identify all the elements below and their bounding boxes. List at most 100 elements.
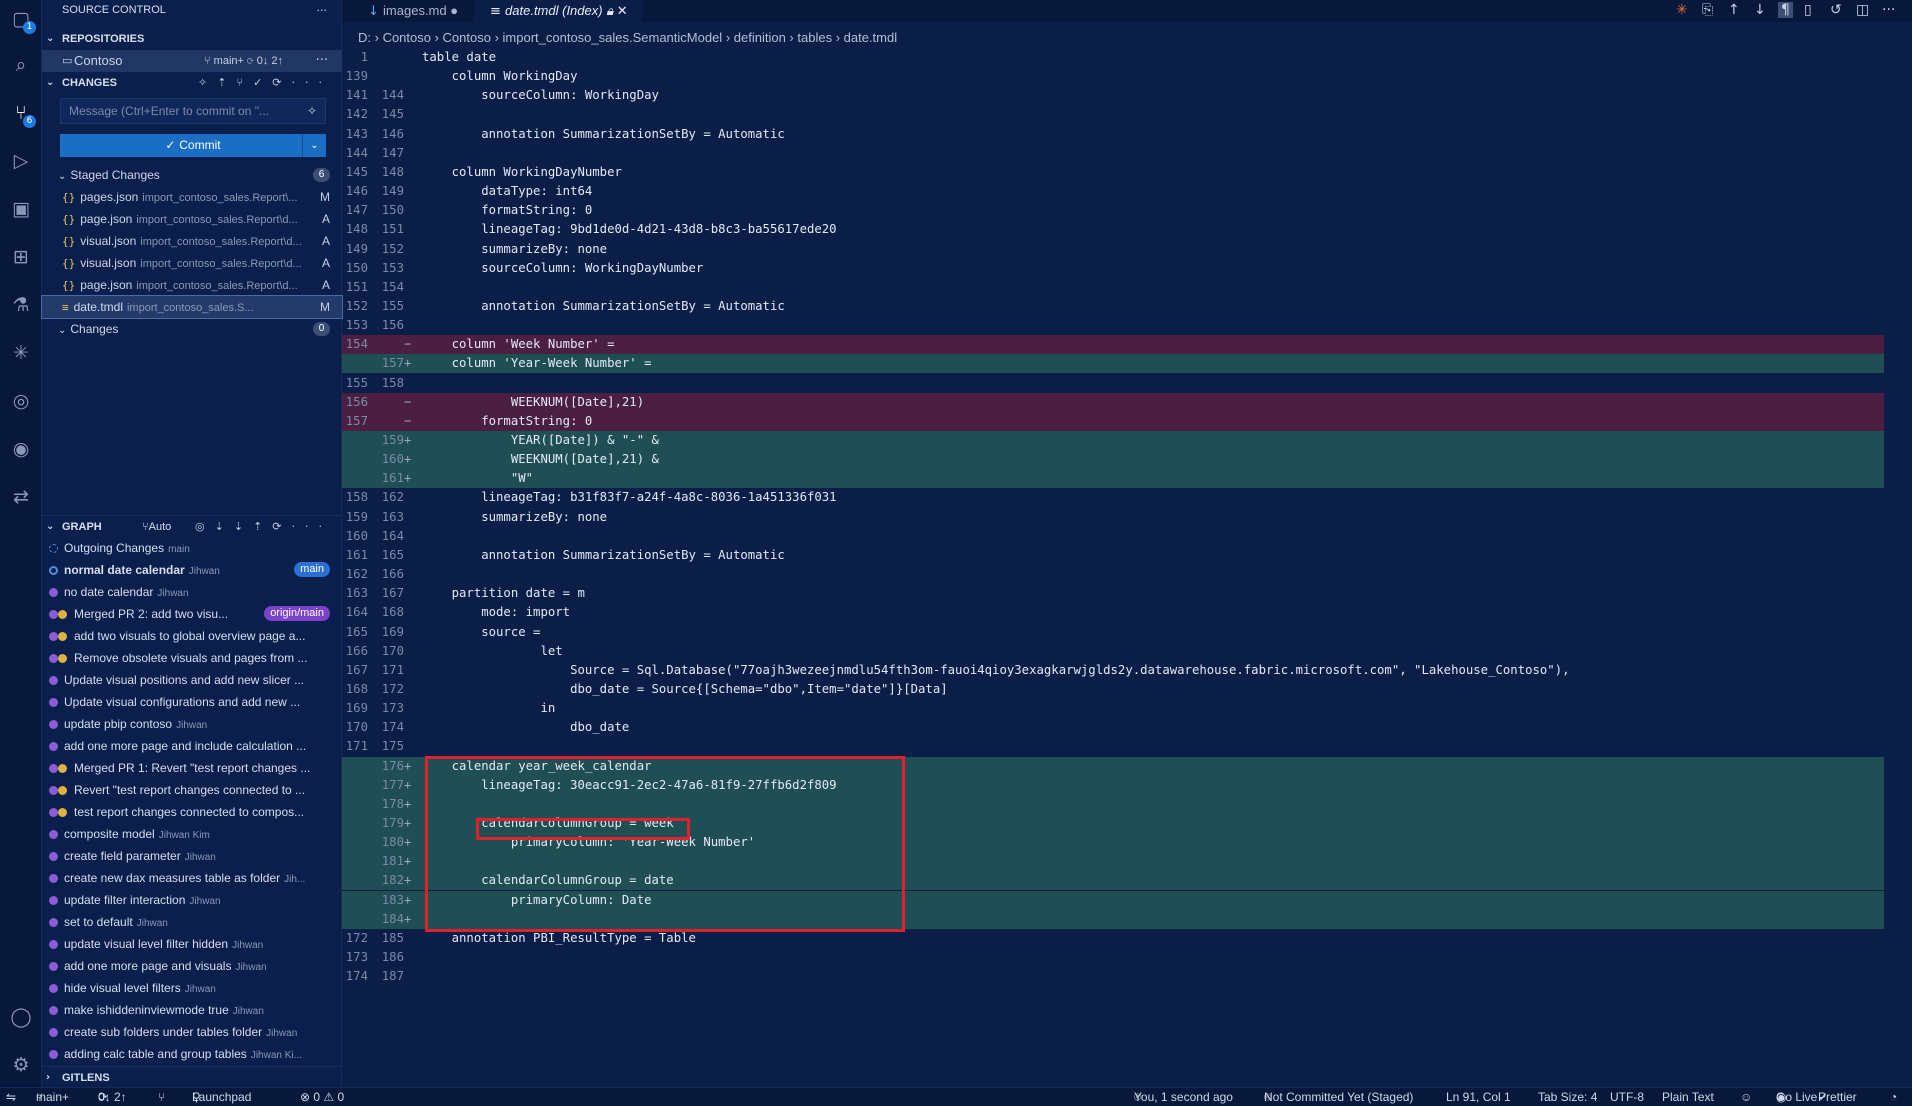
- repo-branch[interactable]: main+: [214, 55, 244, 67]
- code-text[interactable]: sourceColumn: WorkingDayNumber: [422, 259, 703, 278]
- changes-toolbar-icons[interactable]: ✧⇡⑂✓⟳···: [198, 72, 332, 94]
- graph-commit-row[interactable]: no date calendar Jihwan: [42, 581, 342, 603]
- graph-commit-row[interactable]: update visual level filter hidden Jihwan: [42, 933, 342, 955]
- graph-commit-row[interactable]: create sub folders under tables folder Ji…: [42, 1021, 342, 1043]
- staged-changes-group[interactable]: ⌄ Staged Changes 6: [42, 164, 342, 186]
- graph-commit-row[interactable]: Update visual configurations and add new…: [42, 691, 342, 713]
- graph-commit-row[interactable]: test report changes connected to compos.…: [42, 801, 342, 823]
- code-text[interactable]: lineageTag: 9bd1de0d-4d21-43d8-b8c3-ba55…: [422, 220, 836, 239]
- code-text[interactable]: annotation SummarizationSetBy = Automati…: [422, 125, 785, 144]
- search-icon[interactable]: ⌕: [6, 50, 36, 80]
- staged-file-item[interactable]: {} page.json import_contoso_sales.Report\d…: [42, 208, 342, 230]
- gitlens-icon[interactable]: ◎: [6, 386, 36, 416]
- status-language[interactable]: Plain Text: [1662, 1088, 1714, 1106]
- code-text[interactable]: YEAR([Date]) & "-" &: [422, 431, 659, 450]
- graph-commit-row[interactable]: Outgoing Changes main: [42, 537, 342, 559]
- breadcrumb-item[interactable]: Contoso: [443, 30, 491, 45]
- code-text[interactable]: partition date = m: [422, 584, 585, 603]
- graph-commit-row[interactable]: add one more page and include calculatio…: [42, 735, 342, 757]
- code-text[interactable]: column WorkingDayNumber: [422, 163, 622, 182]
- more-icon[interactable]: ···: [1882, 2, 1895, 18]
- more-actions-icon[interactable]: ···: [317, 0, 328, 21]
- graph-commit-row[interactable]: Update visual positions and add new slic…: [42, 669, 342, 691]
- graph-section[interactable]: ⌄ GRAPH ⑂Auto ◎⇣⇣⇡⟳···: [42, 515, 342, 537]
- graph-commit-row[interactable]: Revert "test report changes connected to…: [42, 779, 342, 801]
- code-text[interactable]: source =: [422, 623, 540, 642]
- graph-commit-row[interactable]: normal date calendar Jihwan main: [42, 559, 342, 581]
- testing-icon[interactable]: ⚗: [6, 290, 36, 320]
- notifications-bell-icon[interactable]: ◔: [1890, 1088, 1897, 1106]
- code-text[interactable]: let: [422, 642, 562, 661]
- code-text[interactable]: Source = Sql.Database("77oajh3wezeejnmdl…: [422, 661, 1569, 680]
- remote-explorer-icon[interactable]: ▣: [6, 194, 36, 224]
- account-icon[interactable]: ◯: [6, 1002, 36, 1032]
- repo-item[interactable]: ▭ Contoso ⑂ main+ ⟳ 0↓ 2↑ ···: [42, 50, 342, 72]
- open-file-icon[interactable]: ⎘: [1702, 2, 1713, 18]
- breadcrumb-item[interactable]: definition: [734, 30, 786, 45]
- repo-sync[interactable]: 0↓ 2↑: [257, 55, 283, 67]
- status-tab-size[interactable]: Tab Size: 4: [1538, 1088, 1597, 1106]
- status-problems[interactable]: ⊗ 0 ⚠ 0: [300, 1088, 344, 1106]
- gitlens-inspect-icon[interactable]: ◉: [6, 434, 36, 464]
- graph-commit-row[interactable]: Remove obsolete visuals and pages from .…: [42, 647, 342, 669]
- graph-commit-row[interactable]: composite model Jihwan Kim: [42, 823, 342, 845]
- staged-file-item[interactable]: {} visual.json import_contoso_sales.Report…: [42, 252, 342, 274]
- code-text[interactable]: WEEKNUM([Date],21): [422, 393, 644, 412]
- graph-commit-row[interactable]: update filter interaction Jihwan: [42, 889, 342, 911]
- staged-file-item[interactable]: {} visual.json import_contoso_sales.Report…: [42, 230, 342, 252]
- source-control-icon[interactable]: ⑂ 6: [6, 98, 36, 128]
- graph-toolbar-icons[interactable]: ◎⇣⇣⇡⟳···: [195, 516, 332, 538]
- extensions-icon[interactable]: ⊞: [6, 242, 36, 272]
- commit-message-input[interactable]: Message (Ctrl+Enter to commit on "... ✧: [60, 98, 326, 124]
- close-icon[interactable]: ✕: [617, 4, 628, 19]
- graph-commit-row[interactable]: create new dax measures table as folder J…: [42, 867, 342, 889]
- graph-commit-row[interactable]: add one more page and visuals Jihwan: [42, 955, 342, 977]
- graph-commit-row[interactable]: set to default Jihwan: [42, 911, 342, 933]
- status-graph-icon[interactable]: ⑂: [158, 1088, 165, 1106]
- pilcrow-icon[interactable]: ¶: [1778, 2, 1793, 18]
- graph-commit-row[interactable]: adding calc table and group tables Jihwan…: [42, 1043, 342, 1065]
- graph-commit-row[interactable]: create field parameter Jihwan: [42, 845, 342, 867]
- book-icon[interactable]: ▯: [1804, 2, 1812, 18]
- code-text[interactable]: dbo_date: [422, 718, 629, 737]
- code-text[interactable]: sourceColumn: WorkingDay: [422, 86, 659, 105]
- code-text[interactable]: mode: import: [422, 603, 570, 622]
- graph-commit-row[interactable]: Merged PR 1: Revert "test report changes…: [42, 757, 342, 779]
- graph-commit-row[interactable]: Merged PR 2: add two visu... origin/main: [42, 603, 342, 625]
- code-text[interactable]: summarizeBy: none: [422, 240, 607, 259]
- status-position[interactable]: Ln 91, Col 1: [1446, 1088, 1511, 1106]
- discard-icon[interactable]: ↺: [1830, 2, 1842, 18]
- code-text[interactable]: annotation SummarizationSetBy = Automati…: [422, 546, 785, 565]
- repo-more-icon[interactable]: ···: [316, 50, 328, 72]
- code-text[interactable]: "W": [422, 469, 533, 488]
- files-icon[interactable]: ▢ 1: [6, 4, 36, 34]
- status-encoding[interactable]: UTF-8: [1610, 1088, 1644, 1106]
- staged-file-item[interactable]: {} page.json import_contoso_sales.Report\d…: [42, 274, 342, 296]
- remote-icon[interactable]: ⇋: [6, 1088, 16, 1106]
- sparkle-icon[interactable]: ✧: [307, 99, 317, 123]
- commit-button[interactable]: ✓ Commit ⌄: [60, 134, 326, 157]
- code-text[interactable]: dbo_date = Source{[Schema="dbo",Item="da…: [422, 680, 948, 699]
- fabric-action-icon[interactable]: ✳: [1676, 2, 1688, 18]
- code-text[interactable]: column 'Week Number' =: [422, 335, 615, 354]
- graph-commit-row[interactable]: make ishiddeninviewmode true Jihwan: [42, 999, 342, 1021]
- graph-commit-row[interactable]: hide visual level filters Jihwan: [42, 977, 342, 999]
- tab-date-tmdl[interactable]: ≡ date.tmdl (Index) 🔒︎ ✕: [474, 0, 642, 22]
- arrow-up-icon[interactable]: ↑: [1728, 2, 1740, 18]
- graph-commit-row[interactable]: update pbip contoso Jihwan: [42, 713, 342, 735]
- staged-file-item[interactable]: {} pages.json import_contoso_sales.Report\…: [42, 186, 342, 208]
- breadcrumb-item[interactable]: date.tmdl: [844, 30, 897, 45]
- breadcrumb-item[interactable]: D:: [358, 30, 371, 45]
- code-text[interactable]: lineageTag: b31f83f7-a24f-4a8c-8036-1a45…: [422, 488, 836, 507]
- breadcrumb-item[interactable]: Contoso: [383, 30, 431, 45]
- code-text[interactable]: formatString: 0: [422, 412, 592, 431]
- changes-group[interactable]: ⌄ Changes 0: [42, 318, 342, 340]
- graph-commit-row[interactable]: add two visuals to global overview page …: [42, 625, 342, 647]
- arrow-down-icon[interactable]: ↓: [1754, 2, 1766, 18]
- code-text[interactable]: column 'Year-Week Number' =: [422, 354, 652, 373]
- code-text[interactable]: summarizeBy: none: [422, 508, 607, 527]
- graph-auto[interactable]: ⑂Auto: [142, 516, 171, 538]
- changes-section[interactable]: ⌄ CHANGES ✧⇡⑂✓⟳···: [42, 72, 342, 94]
- gitlens-section[interactable]: › GITLENS: [42, 1066, 342, 1088]
- fabric-icon[interactable]: ✳: [6, 338, 36, 368]
